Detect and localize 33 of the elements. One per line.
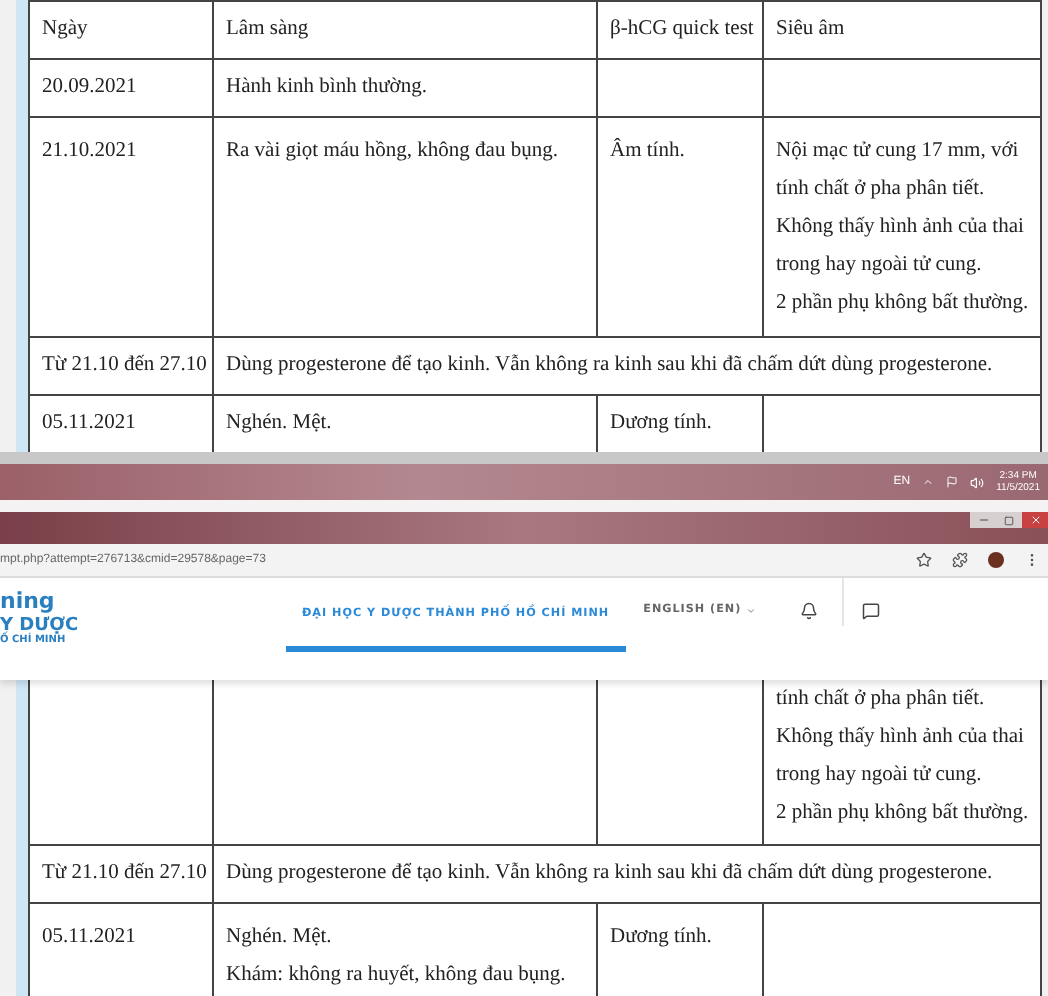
column-header: Siêu âm <box>764 2 1043 60</box>
table-cell: 05.11.2021 <box>30 904 214 996</box>
column-header: Ngày <box>30 2 214 60</box>
scrollbar[interactable] <box>0 452 1048 464</box>
chat-icon[interactable] <box>861 602 880 620</box>
table-cell: Nội mạc tử cung 17 mm, với tính chất ở pha phân tiết. Không thấy hình ảnh của thai trong hay ngoài tử cung. 2 phần phụ không bất thường. <box>764 118 1043 338</box>
flag-icon[interactable] <box>946 476 959 488</box>
table-cell: 20.09.2021 <box>30 60 214 118</box>
close-button[interactable] <box>1022 512 1048 528</box>
maximize-icon <box>1004 515 1014 525</box>
logo-text: ning <box>0 590 57 616</box>
star-icon[interactable] <box>916 552 932 568</box>
table-cell: Dùng progesterone để tạo kinh. Vẫn không ra kinh sau khi đã chấm dứt dùng progesterone. <box>214 846 1043 904</box>
maximize-button[interactable] <box>996 512 1022 528</box>
puzzle-icon[interactable] <box>952 552 968 568</box>
speaker-icon[interactable] <box>970 475 985 489</box>
avatar-icon[interactable] <box>988 552 1004 568</box>
close-icon <box>1029 514 1041 526</box>
table-cell: Từ 21.10 đến 27.10 <box>30 338 214 396</box>
table-cell: Âm tính. <box>598 118 764 338</box>
table-cell: Dùng progesterone để tạo kinh. Vẫn không ra kinh sau khi đã chấm dứt dùng progesterone. <box>214 338 1043 396</box>
table-cell: Từ 21.10 đến 27.10 <box>30 846 214 904</box>
minimize-icon <box>977 514 989 526</box>
caret-icon <box>745 605 756 615</box>
table-cell: tính chất ở pha phân tiết. Không thấy hình ảnh của thai trong hay ngoài tử cung. 2 phần phụ không bất thường. <box>764 680 1043 846</box>
table-cell: Hành kinh bình thường. <box>214 60 598 118</box>
column-header: β-hCG quick test <box>598 2 764 60</box>
table-cell: Ra vài giọt máu hồng, không đau bụng. <box>214 118 598 338</box>
column-header: Lâm sàng <box>214 2 598 60</box>
bell-icon[interactable] <box>799 602 818 620</box>
table-cell: Dương tính. <box>598 904 764 996</box>
table-cell: 21.10.2021 <box>30 118 214 338</box>
table-cell: Nghén. Mệt. Khám: không ra huyết, không đau bụng. <box>214 904 598 996</box>
